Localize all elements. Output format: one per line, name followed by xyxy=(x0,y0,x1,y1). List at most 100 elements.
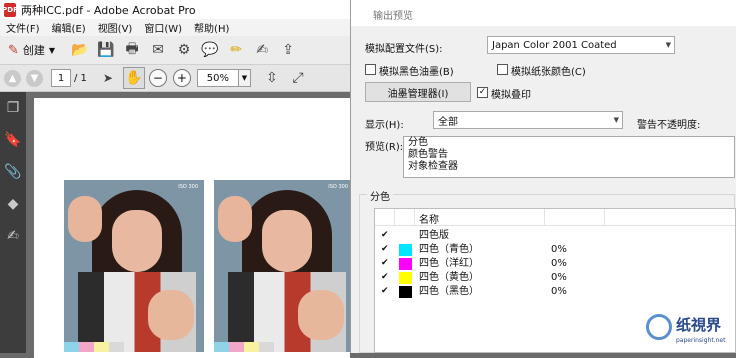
open-folder-icon[interactable]: 📂 xyxy=(69,39,91,61)
separation-percent: 0% xyxy=(551,272,567,283)
app-title-bar: PDF 两种ICC.pdf - Adobe Acrobat Pro xyxy=(0,0,350,19)
comment-icon[interactable]: 💬 xyxy=(199,39,221,61)
separation-percent: 0% xyxy=(551,244,567,255)
preview-option[interactable]: 对象检查器 xyxy=(404,161,734,173)
signature-icon[interactable]: ✍ xyxy=(0,220,26,252)
sign-icon[interactable]: ✍ xyxy=(251,39,273,61)
zoom-out-icon[interactable]: − xyxy=(148,69,167,87)
layers-icon[interactable]: ◆ xyxy=(0,188,26,220)
warning-opacity-label: 警告不透明度: xyxy=(637,120,701,131)
watermark-logo: 纸視界 paperinsight.net xyxy=(646,312,734,352)
left-navigation-pane: ❐ 🔖 📎 ◆ ✍ xyxy=(0,92,26,353)
dialog-title-bar: 输出预览 xyxy=(351,0,736,26)
separation-row[interactable]: ✔ 四色（青色） 0% xyxy=(375,243,735,257)
profile-select[interactable]: Japan Color 2001 Coated ▼ xyxy=(487,36,675,54)
separation-name: 四色（黄色） xyxy=(419,272,479,283)
watermark-brand: 纸視界 xyxy=(676,316,722,334)
separation-row[interactable]: ✔ 四色（洋红） 0% xyxy=(375,257,735,271)
create-label: 创建 xyxy=(22,44,45,57)
separations-group-label: 分色 xyxy=(367,188,393,203)
share-icon[interactable]: ⇪ xyxy=(277,39,299,61)
preview-option[interactable]: 分色 xyxy=(404,137,734,149)
simulate-black-ink-label: 模拟黑色油墨(B) xyxy=(379,67,454,78)
separation-checkbox[interactable]: ✔ xyxy=(381,287,390,296)
page-thumbnails-icon[interactable]: ❐ xyxy=(0,92,26,124)
email-icon[interactable]: ✉ xyxy=(147,39,169,61)
color-control-strip xyxy=(214,342,274,352)
save-icon[interactable]: 💾 xyxy=(95,39,117,61)
cyan-swatch xyxy=(399,244,412,256)
preview-label: 预览(R): xyxy=(365,142,404,153)
menu-view[interactable]: 视图(V) xyxy=(92,20,139,35)
separation-checkbox[interactable]: ✔ xyxy=(381,259,390,268)
zoom-in-icon[interactable]: + xyxy=(172,69,191,87)
menu-help[interactable]: 帮助(H) xyxy=(188,20,235,35)
simulate-overprint-checkbox[interactable]: ✓ xyxy=(477,87,488,98)
portrait-photo-left: ISO 300 xyxy=(64,180,204,352)
page-number-input[interactable]: 1 xyxy=(51,69,71,87)
simulate-paper-color-checkbox[interactable] xyxy=(497,64,508,75)
settings-gear-icon[interactable]: ⚙ xyxy=(173,39,195,61)
photo-label: ISO 300 xyxy=(178,184,198,190)
show-select[interactable]: 全部 ▼ xyxy=(433,111,623,129)
separation-name: 四色（黑色） xyxy=(419,286,479,297)
menu-bar: 文件(F) 编辑(E) 视图(V) 窗口(W) 帮助(H) xyxy=(0,19,350,36)
simulate-black-ink-checkbox[interactable] xyxy=(365,64,376,75)
photo-label: ISO 300 xyxy=(328,184,348,190)
simulate-overprint-label: 模拟叠印 xyxy=(491,90,531,101)
separation-name: 四色版 xyxy=(419,230,449,241)
portrait-photo-right: ISO 300 xyxy=(214,180,354,352)
ink-manager-button[interactable]: 油墨管理器(I) xyxy=(365,82,471,102)
previous-page-icon[interactable]: ▲ xyxy=(4,69,21,87)
menu-window[interactable]: 窗口(W) xyxy=(138,20,188,35)
document-viewport[interactable]: ISO 300 ISO 300 xyxy=(26,92,354,358)
window-title: 两种ICC.pdf - Adobe Acrobat Pro xyxy=(21,3,196,17)
main-toolbar: ✎ 创建 ▼ 📂 💾 🖶 ✉ ⚙ 💬 ✏ ✍ ⇪ xyxy=(0,36,350,65)
show-value: 全部 xyxy=(438,116,458,128)
menu-edit[interactable]: 编辑(E) xyxy=(46,20,92,35)
preview-listbox[interactable]: 分色 颜色警告 对象检查器 xyxy=(403,136,735,178)
page-total: / 1 xyxy=(74,72,87,84)
simulate-paper-color-label: 模拟纸张颜色(C) xyxy=(511,67,586,78)
attachment-icon[interactable]: 📎 xyxy=(0,156,26,188)
color-control-strip xyxy=(64,342,124,352)
profile-label: 模拟配置文件(S): xyxy=(365,44,443,55)
separations-name-header: 名称 xyxy=(419,215,439,226)
fit-page-icon[interactable]: ⤢ xyxy=(287,67,309,89)
separation-name: 四色（青色） xyxy=(419,244,479,255)
dialog-title: 输出预览 xyxy=(373,11,413,22)
pdf-file-icon: PDF xyxy=(2,2,18,17)
hand-tool-icon[interactable]: ✋ xyxy=(122,67,145,89)
profile-value: Japan Color 2001 Coated xyxy=(492,39,617,51)
separation-checkbox[interactable]: ✔ xyxy=(381,273,390,282)
menu-file[interactable]: 文件(F) xyxy=(0,20,46,35)
separation-percent: 0% xyxy=(551,286,567,297)
highlight-icon[interactable]: ✏ xyxy=(225,39,247,61)
magenta-swatch xyxy=(399,258,412,270)
separation-row[interactable]: ✔ 四色（黑色） 0% xyxy=(375,285,735,299)
logo-mark-icon xyxy=(646,314,672,340)
separation-percent: 0% xyxy=(551,258,567,269)
black-swatch xyxy=(399,286,412,298)
bookmark-icon[interactable]: 🔖 xyxy=(0,124,26,156)
watermark-url: paperinsight.net xyxy=(676,337,726,344)
separation-row[interactable]: ✔ 四色版 xyxy=(375,229,735,243)
preview-option[interactable]: 颜色警告 xyxy=(404,149,734,161)
chevron-down-icon: ▼ xyxy=(665,41,671,49)
show-label: 显示(H): xyxy=(365,120,404,131)
chevron-down-icon: ▼ xyxy=(48,45,56,55)
separation-checkbox[interactable]: ✔ xyxy=(381,245,390,254)
print-icon[interactable]: 🖶 xyxy=(121,39,143,61)
zoom-input[interactable]: 50% xyxy=(196,69,239,87)
pdf-page: ISO 300 ISO 300 xyxy=(34,98,354,358)
select-cursor-icon[interactable]: ➤ xyxy=(97,67,119,89)
scroll-mode-icon[interactable]: ⇳ xyxy=(261,67,283,89)
chevron-down-icon: ▼ xyxy=(613,116,619,124)
separation-checkbox[interactable]: ✔ xyxy=(381,231,390,240)
yellow-swatch xyxy=(399,272,412,284)
separation-row[interactable]: ✔ 四色（黄色） 0% xyxy=(375,271,735,285)
separations-header: 名称 xyxy=(375,209,735,226)
next-page-icon[interactable]: ▼ xyxy=(26,69,43,87)
create-button[interactable]: ✎ 创建 ▼ xyxy=(4,39,59,61)
zoom-dropdown-icon[interactable]: ▼ xyxy=(238,69,251,87)
